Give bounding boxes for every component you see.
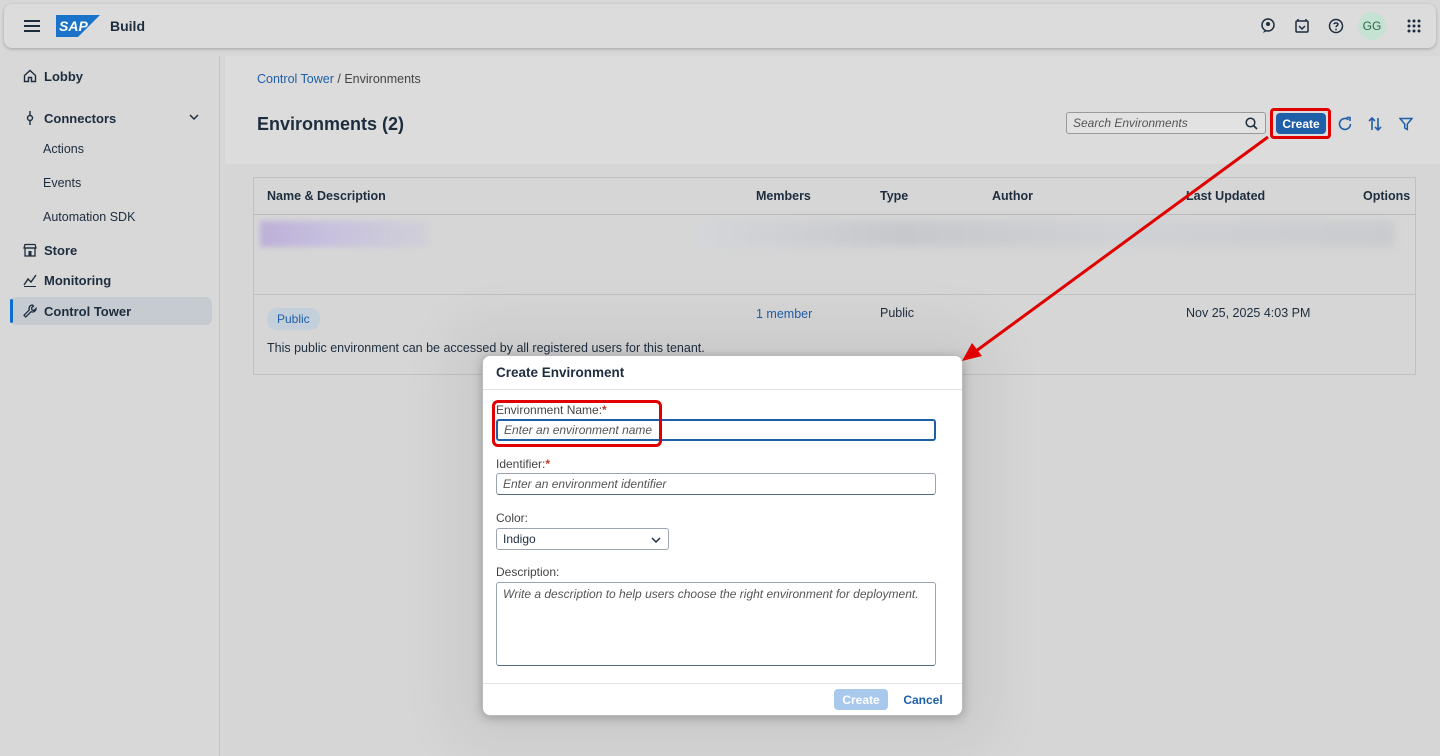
page-title: Environments (2)	[257, 114, 405, 134]
sidebar-item-store[interactable]: Store	[10, 236, 212, 264]
last-updated: Nov 25, 2025 4:03 PM	[1186, 306, 1311, 320]
redacted-content	[694, 221, 1394, 247]
divider	[483, 389, 962, 390]
sidebar-item-actions[interactable]: Actions	[43, 142, 84, 156]
color-label: Color:	[496, 511, 529, 525]
column-header-author[interactable]: Author	[992, 189, 1033, 203]
sidebar-item-label: Connectors	[44, 110, 117, 126]
sidebar-item-monitoring[interactable]: Monitoring	[10, 266, 212, 294]
sidebar-item-label: Control Tower	[44, 303, 132, 319]
column-header-members[interactable]: Members	[756, 189, 811, 203]
color-select[interactable]: Indigo	[496, 528, 669, 550]
shell-bar: SAP Build GG	[4, 4, 1436, 48]
sap-logo[interactable]: SAP	[56, 15, 100, 37]
sidebar-item-label: Monitoring	[44, 272, 112, 288]
dialog-create-button[interactable]: Create	[834, 689, 888, 710]
column-header-options: Options	[1363, 189, 1411, 203]
description-textarea[interactable]	[496, 582, 936, 666]
environments-table: Name & Description Members Type Author L…	[253, 177, 1416, 375]
create-environment-dialog: Create Environment Environment Name:* Id…	[482, 355, 963, 716]
search-field[interactable]	[1066, 112, 1266, 134]
user-avatar[interactable]: GG	[1358, 12, 1386, 40]
description-label: Description:	[496, 565, 560, 579]
product-name: Build	[110, 18, 145, 34]
help-icon[interactable]	[1324, 10, 1348, 42]
identifier-label: Identifier:*	[496, 457, 550, 471]
store-icon	[22, 242, 38, 258]
sidebar-item-automation-sdk[interactable]: Automation SDK	[43, 210, 135, 224]
search-icon[interactable]	[1241, 116, 1261, 130]
sidebar-item-label: Store	[44, 242, 78, 258]
sidebar-item-control-tower[interactable]: Control Tower	[10, 297, 212, 325]
search-input[interactable]	[1067, 116, 1241, 130]
breadcrumb-current: Environments	[344, 72, 421, 86]
chevron-down-icon[interactable]	[188, 111, 200, 126]
environment-description: This public environment can be accessed …	[267, 341, 705, 355]
breadcrumb-separator: /	[337, 72, 341, 86]
breadcrumb-link-control-tower[interactable]: Control Tower	[257, 72, 334, 86]
identifier-input[interactable]	[496, 473, 936, 495]
environment-type: Public	[880, 306, 915, 320]
line-chart-icon	[22, 272, 38, 288]
required-mark: *	[545, 457, 551, 471]
feedback-icon[interactable]	[1256, 10, 1280, 42]
dialog-title: Create Environment	[496, 365, 625, 380]
column-header-last-updated[interactable]: Last Updated	[1186, 189, 1265, 203]
page-header: Control Tower / Environments Environment…	[225, 56, 1440, 164]
inbox-icon[interactable]	[1290, 10, 1314, 42]
environment-badge: Public	[267, 308, 320, 330]
connector-icon	[22, 110, 38, 126]
table-header: Name & Description Members Type Author L…	[254, 178, 1415, 215]
highlight-box	[1270, 108, 1331, 139]
sort-icon[interactable]	[1365, 114, 1385, 134]
column-header-type[interactable]: Type	[880, 189, 908, 203]
refresh-icon[interactable]	[1335, 114, 1355, 134]
dialog-cancel-button[interactable]: Cancel	[898, 689, 948, 710]
redacted-content	[260, 221, 430, 247]
side-navigation: Lobby Connectors Actions Events Automati…	[0, 56, 220, 756]
sidebar-item-lobby[interactable]: Lobby	[10, 62, 212, 90]
app-grid-icon[interactable]	[1402, 10, 1426, 42]
svg-text:SAP: SAP	[59, 18, 88, 34]
sidebar-item-connectors[interactable]: Connectors	[10, 104, 212, 132]
color-select-value: Indigo	[503, 532, 536, 546]
chevron-down-icon	[650, 534, 662, 549]
sidebar-item-events[interactable]: Events	[43, 176, 81, 190]
highlight-box	[492, 400, 662, 447]
identifier-label-text: Identifier:	[496, 457, 546, 471]
sidebar-item-label: Lobby	[44, 68, 83, 84]
column-header-name[interactable]: Name & Description	[267, 189, 386, 203]
breadcrumb: Control Tower / Environments	[257, 72, 421, 86]
table-row-redacted[interactable]	[254, 215, 1415, 295]
members-link[interactable]: 1 member	[756, 307, 812, 321]
filter-icon[interactable]	[1396, 114, 1416, 134]
divider	[483, 683, 962, 684]
home-icon	[22, 68, 38, 84]
hamburger-menu-icon[interactable]	[14, 8, 50, 44]
wrench-icon	[22, 303, 38, 319]
